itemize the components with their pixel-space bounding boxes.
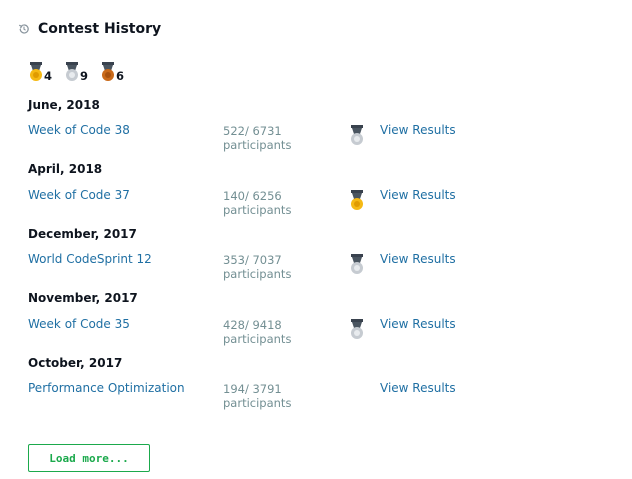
silver-medal-icon [66, 62, 79, 81]
silver-medal-summary: 9 [64, 62, 88, 82]
contest-name-link[interactable]: Performance Optimization [28, 381, 185, 395]
participants-label: participants [223, 203, 292, 217]
view-results-link[interactable]: View Results [380, 317, 456, 331]
month-heading: June, 2018 [28, 98, 100, 112]
month-heading: October, 2017 [28, 356, 123, 370]
silver-count: 9 [80, 69, 89, 83]
bronze-medal-icon [102, 62, 115, 81]
contest-name-link[interactable]: Week of Code 38 [28, 123, 130, 137]
contest-name-link[interactable]: Week of Code 35 [28, 317, 130, 331]
bronze-medal-summary: 6 [100, 62, 124, 82]
view-results-link[interactable]: View Results [380, 252, 456, 266]
load-more-button[interactable]: Load more... [28, 444, 150, 472]
contest-rank: 428/ 9418 participants [223, 318, 291, 346]
contest-rank: 140/ 6256 participants [223, 189, 291, 217]
participants-label: participants [223, 396, 292, 410]
participants-label: participants [223, 267, 292, 281]
rank-value: 140/ 6256 [223, 189, 282, 203]
participants-label: participants [223, 332, 292, 346]
rank-value: 428/ 9418 [223, 318, 282, 332]
silver-medal-icon [349, 125, 365, 151]
rank-value: 353/ 7037 [223, 253, 282, 267]
gold-count: 4 [44, 69, 53, 83]
contest-rank: 353/ 7037 participants [223, 253, 291, 281]
section-title: Contest History [38, 21, 162, 37]
contest-name-link[interactable]: World CodeSprint 12 [28, 252, 152, 266]
gold-medal-icon [30, 62, 42, 81]
view-results-link[interactable]: View Results [380, 188, 456, 202]
participants-label: participants [223, 138, 292, 152]
contest-history-header: Contest History [18, 21, 161, 37]
history-icon [18, 24, 29, 34]
medal-summary: 4 9 6 [28, 62, 136, 82]
month-heading: November, 2017 [28, 291, 138, 305]
silver-medal-icon [349, 254, 365, 280]
gold-medal-icon [349, 190, 365, 216]
view-results-link[interactable]: View Results [380, 381, 456, 395]
month-heading: April, 2018 [28, 162, 103, 176]
rank-value: 522/ 6731 [223, 124, 282, 138]
silver-medal-icon [349, 319, 365, 345]
bronze-count: 6 [116, 69, 125, 83]
contest-name-link[interactable]: Week of Code 37 [28, 188, 130, 202]
rank-value: 194/ 3791 [223, 382, 282, 396]
month-heading: December, 2017 [28, 227, 137, 241]
contest-rank: 522/ 6731 participants [223, 124, 291, 152]
view-results-link[interactable]: View Results [380, 123, 456, 137]
gold-medal-summary: 4 [28, 62, 52, 82]
contest-rank: 194/ 3791 participants [223, 382, 291, 410]
